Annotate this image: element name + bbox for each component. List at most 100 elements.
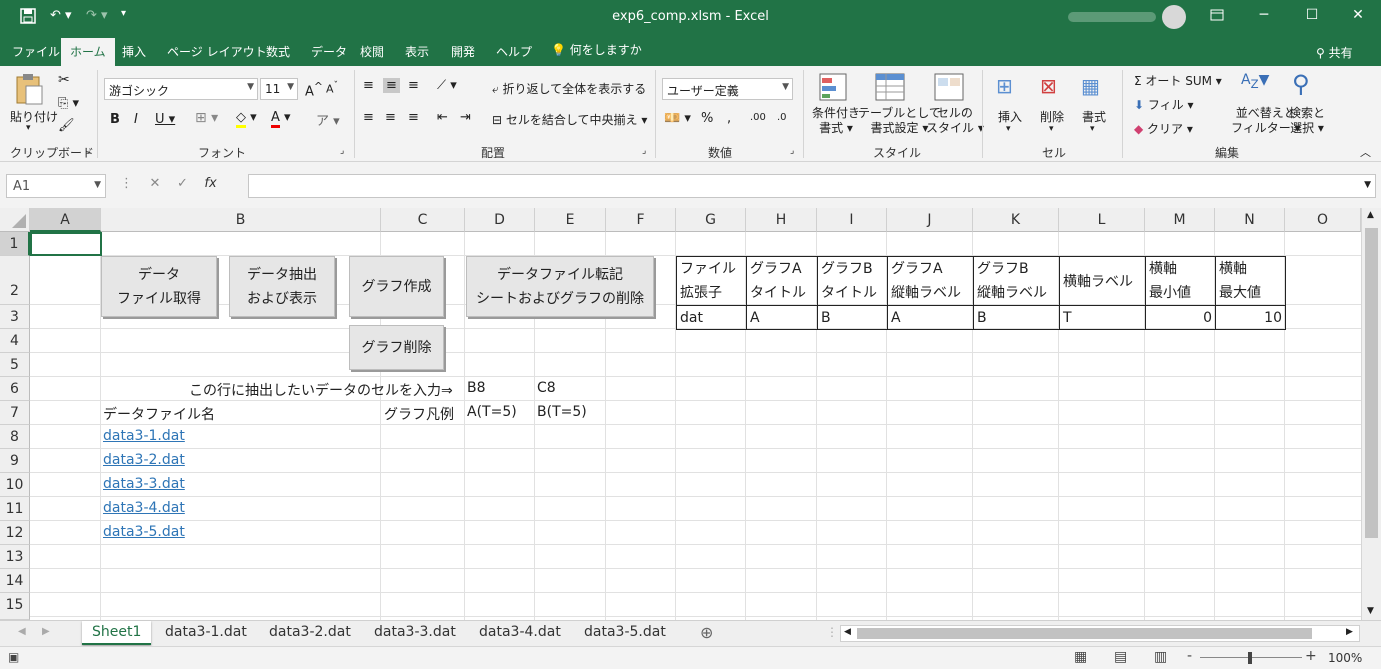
font-launcher-icon[interactable]: ⌟ [340,146,344,156]
table-header-cell[interactable]: ファイル 拡張子 [676,256,747,306]
bold-button[interactable]: B [110,112,120,127]
sheet-tab[interactable]: data3-2.dat [259,621,361,645]
macro-record-icon[interactable]: ▣ [8,650,19,664]
sheet-tab[interactable]: data3-3.dat [364,621,466,645]
format-painter-icon[interactable]: 🖌 [58,118,75,133]
table-cell[interactable]: 0 [1145,305,1216,330]
row-header-3[interactable]: 3 [0,305,30,329]
vertical-scrollbar[interactable]: ▲ ▼ [1361,208,1381,620]
tab-data[interactable]: データ [311,43,347,60]
format-cells-icon[interactable]: ▦ [1081,74,1100,98]
create-graph-button[interactable]: グラフ作成 [349,256,444,317]
align-top-icon[interactable]: ≡ [363,78,374,93]
col-header-e[interactable]: E [535,208,606,232]
italic-button[interactable]: I [134,112,138,127]
phonetic-icon[interactable]: ア ▾ [316,110,340,129]
border-icon[interactable]: ⊞ ▾ [195,110,218,126]
col-header-o[interactable]: O [1285,208,1361,232]
row-header-2[interactable]: 2 [0,256,30,305]
paste-button[interactable]: 貼り付け [10,108,58,125]
row-header-14[interactable]: 14 [0,569,30,593]
tab-review[interactable]: 校閲 [360,43,384,60]
table-header-cell[interactable]: グラフA タイトル [746,256,818,306]
row-header-11[interactable]: 11 [0,497,30,521]
get-data-file-button[interactable]: データ ファイル取得 [101,256,217,317]
tab-formulas[interactable]: 数式 [266,43,290,60]
name-box[interactable]: A1 ▼ [6,174,106,198]
fill-color-icon[interactable]: ◇ ▾ [236,110,257,128]
row-header-5[interactable]: 5 [0,353,30,377]
align-center-icon[interactable]: ≡ [385,110,396,125]
collapse-ribbon-icon[interactable]: ︿ [1360,144,1371,160]
table-cell[interactable]: dat [676,305,747,330]
row-header-8[interactable]: 8 [0,425,30,449]
font-size-combo[interactable]: 11 ▼ [260,78,298,100]
normal-view-icon[interactable]: ▦ [1074,649,1087,665]
format-cells-button[interactable]: 書式 [1082,108,1106,125]
sheet-tab[interactable]: data3-1.dat [155,621,257,645]
zoom-level[interactable]: 100% [1328,651,1362,665]
col-header-d[interactable]: D [465,208,535,232]
scroll-left-icon[interactable]: ◀ [844,627,851,637]
active-cell-a1[interactable] [30,232,102,256]
transfer-delete-button[interactable]: データファイル転記 シートおよびグラフの削除 [466,256,654,317]
tab-home[interactable]: ホーム [61,38,115,66]
avatar[interactable] [1162,5,1186,29]
col-header-c[interactable]: C [381,208,465,232]
insert-cells-button[interactable]: 挿入 [998,108,1022,125]
col-header-g[interactable]: G [676,208,746,232]
zoom-out-icon[interactable]: - [1187,648,1192,664]
paste-dropdown-icon[interactable]: ▾ [26,123,31,133]
format-as-table-icon[interactable] [874,72,906,102]
font-color-icon[interactable]: A ▾ [271,110,291,128]
sheet-tab[interactable]: Sheet1 [82,621,152,645]
orientation-icon[interactable]: ⟋ ▾ [437,78,457,93]
col-header-k[interactable]: K [973,208,1059,232]
increase-indent-icon[interactable]: ⇥ [460,110,471,125]
table-cell[interactable]: B [973,305,1060,330]
delete-cells-icon[interactable]: ⊠ [1040,74,1057,98]
col-header-i[interactable]: I [817,208,887,232]
scroll-right-icon[interactable]: ▶ [1346,627,1353,637]
cancel-icon[interactable]: ✕ [150,176,161,191]
file-link[interactable]: data3-5.dat [103,524,185,540]
row-header-4[interactable]: 4 [0,329,30,353]
tell-me-box[interactable]: 💡 何をしますか [551,41,642,58]
number-format-combo[interactable]: ユーザー定義 ▼ [662,78,793,100]
alignment-launcher-icon[interactable]: ⌟ [642,146,646,156]
select-all-corner[interactable] [0,208,30,232]
table-header-cell[interactable]: グラフB 縦軸ラベル [973,256,1060,306]
zoom-in-icon[interactable]: + [1305,648,1317,664]
wrap-text-button[interactable]: ⤶ 折り返して全体を表示する [492,80,646,97]
table-cell[interactable]: T [1059,305,1146,330]
clear-button[interactable]: ◆ クリア ▾ [1134,120,1193,137]
paste-icon[interactable] [14,72,44,106]
chevron-down-icon[interactable]: ▼ [1364,180,1371,190]
align-bottom-icon[interactable]: ≡ [408,78,419,93]
cell-styles-icon[interactable] [933,72,965,102]
align-middle-icon[interactable]: ≡ [383,78,400,93]
prev-sheet-icon[interactable]: ◀ [18,626,26,637]
row-header-12[interactable]: 12 [0,521,30,545]
tab-insert[interactable]: 挿入 [122,43,146,60]
increase-font-icon[interactable]: A^ [305,80,323,99]
row-header-6[interactable]: 6 [0,377,30,401]
table-header-cell[interactable]: グラフB タイトル [817,256,888,306]
fill-button[interactable]: ⬇ フィル ▾ [1134,96,1193,113]
file-link[interactable]: data3-3.dat [103,476,185,492]
find-icon[interactable]: ⚲ [1292,70,1310,98]
table-cell[interactable]: A [746,305,818,330]
row-header-15[interactable]: 15 [0,593,30,620]
decrease-decimal-icon[interactable]: .0 [777,112,787,123]
add-sheet-icon[interactable]: ⊕ [700,623,713,642]
row-header-13[interactable]: 13 [0,545,30,569]
scrollbar-thumb[interactable] [1365,228,1378,538]
table-header-cell[interactable]: 横軸ラベル [1059,256,1146,306]
row-header-9[interactable]: 9 [0,449,30,473]
tab-file[interactable]: ファイル [12,43,60,60]
insert-function-icon[interactable]: fx [204,176,216,191]
underline-button[interactable]: U ▾ [155,112,175,127]
cut-icon[interactable]: ✂ [58,72,70,88]
copy-icon[interactable]: ⎘ ▾ [58,96,79,111]
align-right-icon[interactable]: ≡ [408,110,419,125]
